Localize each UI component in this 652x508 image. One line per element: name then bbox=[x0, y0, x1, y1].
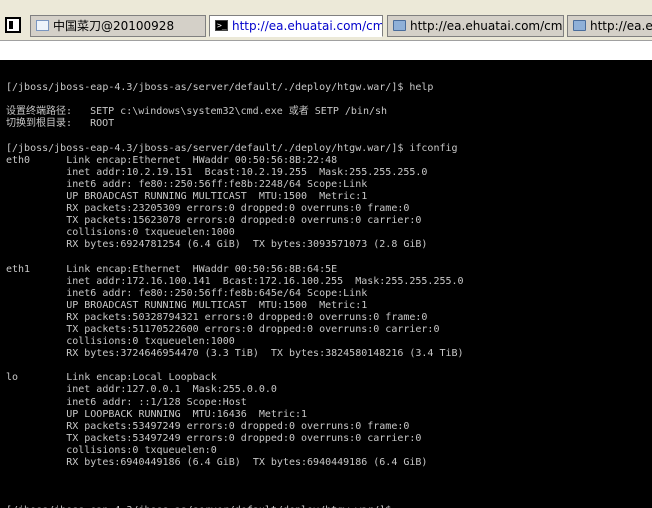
terminal-line: UP BROADCAST RUNNING MULTICAST MTU:1500 … bbox=[6, 190, 368, 202]
terminal-line: inet addr:10.2.19.151 Bcast:10.2.19.255 … bbox=[6, 166, 428, 178]
terminal-line: RX bytes:6924781254 (6.4 GiB) TX bytes:3… bbox=[6, 239, 428, 251]
terminal-line: 切换到根目录: ROOT bbox=[6, 118, 115, 130]
terminal-line: inet6 addr: ::1/128 Scope:Host bbox=[6, 396, 247, 408]
terminal-line: UP LOOPBACK RUNNING MTU:16436 Metric:1 bbox=[6, 408, 308, 420]
terminal-line: [/jboss/jboss-eap-4.3/jboss-as/server/de… bbox=[6, 82, 434, 94]
terminal-line: inet addr:127.0.0.1 Mask:255.0.0.0 bbox=[6, 384, 277, 396]
terminal-line: eth1 Link encap:Ethernet HWaddr 00:50:56… bbox=[6, 263, 338, 275]
terminal-line: lo Link encap:Local Loopback bbox=[6, 372, 217, 384]
tab-label: http://ea.ehuatai.com/cmd.jsp bbox=[232, 19, 382, 33]
tab-cmd-files[interactable]: http://ea.ehuatai.com/cmd.jsp bbox=[387, 15, 564, 37]
terminal-line: RX packets:53497249 errors:0 dropped:0 o… bbox=[6, 420, 410, 432]
terminal-line: collisions:0 txqueuelen:1000 bbox=[6, 336, 235, 348]
terminal-line: RX packets:23205309 errors:0 dropped:0 o… bbox=[6, 203, 410, 215]
terminal-line: inet6 addr: fe80::250:56ff:fe8b:645e/64 … bbox=[6, 287, 368, 299]
tab-chopper[interactable]: 中国菜刀@20100928 bbox=[30, 15, 206, 37]
terminal-line: RX bytes:3724646954470 (3.3 TiB) TX byte… bbox=[6, 348, 464, 360]
terminal-line: TX packets:51170522600 errors:0 dropped:… bbox=[6, 323, 440, 335]
terminal-line: RX packets:50328794321 errors:0 dropped:… bbox=[6, 311, 428, 323]
terminal-line: inet addr:172.16.100.141 Bcast:172.16.10… bbox=[6, 275, 464, 287]
tab-cmd-console[interactable]: http://ea.ehuatai.com/cmd.jsp bbox=[209, 15, 383, 37]
terminal-line: collisions:0 txqueuelen:1000 bbox=[6, 227, 235, 239]
tab-cmd-files-2[interactable]: http://ea.ehu bbox=[567, 15, 652, 37]
terminal-output[interactable]: [/jboss/jboss-eap-4.3/jboss-as/server/de… bbox=[0, 60, 652, 508]
terminal-line: collisions:0 txqueuelen:0 bbox=[6, 444, 217, 456]
tab-label: 中国菜刀@20100928 bbox=[53, 19, 175, 33]
terminal-line: 设置终端路径: SETP c:\windows\system32\cmd.exe… bbox=[6, 106, 388, 118]
tab-label: http://ea.ehu bbox=[590, 19, 652, 33]
folder-icon bbox=[573, 20, 586, 31]
terminal-line: TX packets:53497249 errors:0 dropped:0 o… bbox=[6, 432, 422, 444]
tab-bar: 中国菜刀@20100928 http://ea.ehuatai.com/cmd.… bbox=[0, 0, 652, 41]
terminal-line: [/jboss/jboss-eap-4.3/jboss-as/server/de… bbox=[6, 142, 458, 154]
terminal-line: eth0 Link encap:Ethernet HWaddr 00:50:56… bbox=[6, 154, 338, 166]
terminal-line: TX packets:15623078 errors:0 dropped:0 o… bbox=[6, 215, 422, 227]
terminal-line: UP BROADCAST RUNNING MULTICAST MTU:1500 … bbox=[6, 299, 368, 311]
terminal-line: inet6 addr: fe80::250:56ff:fe8b:2248/64 … bbox=[6, 178, 368, 190]
page-icon bbox=[36, 20, 49, 31]
window-menu-icon[interactable] bbox=[5, 17, 21, 33]
folder-icon bbox=[393, 20, 406, 31]
tab-label: http://ea.ehuatai.com/cmd.jsp bbox=[410, 19, 563, 33]
console-icon bbox=[215, 16, 228, 36]
terminal-line: RX bytes:6940449186 (6.4 GiB) TX bytes:6… bbox=[6, 457, 428, 468]
